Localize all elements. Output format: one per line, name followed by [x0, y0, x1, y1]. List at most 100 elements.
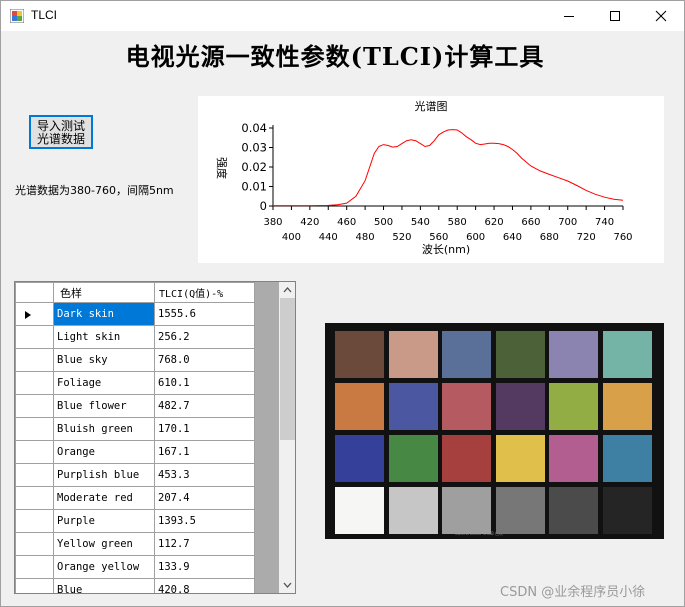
cell-sample-name[interactable]: Foliage: [53, 371, 155, 395]
cell-tlci-value[interactable]: 256.2: [154, 325, 255, 349]
cell-tlci-value[interactable]: 1555.6: [154, 302, 255, 326]
color-patch: [335, 435, 384, 482]
cell-sample-name[interactable]: Moderate red: [53, 486, 155, 510]
close-button[interactable]: [638, 1, 684, 31]
row-header[interactable]: [15, 555, 54, 579]
tlci-data-grid[interactable]: 色样 TLCI(Q值)-% Dark skin 1555.6 Light skin 2…: [14, 281, 296, 594]
cell-sample-name[interactable]: Orange yellow: [53, 555, 155, 579]
x-tick-label: 700: [558, 217, 577, 228]
cell-tlci-value[interactable]: 610.1: [154, 371, 255, 395]
table-row[interactable]: Blue 420.8: [15, 578, 255, 593]
color-patch: [602, 487, 652, 534]
table-row[interactable]: Bluish green 170.1: [15, 417, 255, 441]
color-patch: [549, 487, 598, 534]
x-tick-label: 580: [448, 217, 467, 228]
color-patch: [602, 383, 652, 430]
cell-tlci-value[interactable]: 482.7: [154, 394, 255, 418]
x-tick-label: 660: [521, 217, 540, 228]
cell-tlci-value[interactable]: 420.8: [154, 578, 255, 593]
maximize-button[interactable]: [592, 1, 638, 31]
row-header[interactable]: [15, 417, 54, 441]
table-row[interactable]: Orange yellow 133.9: [15, 555, 255, 579]
color-patch: [602, 435, 652, 482]
cell-tlci-value[interactable]: 1393.5: [154, 509, 255, 533]
cell-sample-name[interactable]: Blue: [53, 578, 155, 593]
x-tick-label: 720: [577, 232, 596, 243]
x-tick-label: 460: [337, 217, 356, 228]
row-header[interactable]: [15, 302, 54, 326]
x-tick-label: 440: [319, 232, 338, 243]
color-patch: [549, 383, 598, 430]
color-patch: [335, 487, 384, 534]
x-tick-label: 620: [485, 217, 504, 228]
cell-tlci-value[interactable]: 170.1: [154, 417, 255, 441]
color-patch: [602, 331, 652, 378]
x-tick-label: 400: [282, 232, 301, 243]
row-header[interactable]: [15, 509, 54, 533]
minimize-icon: [564, 16, 574, 17]
row-header[interactable]: [15, 371, 54, 395]
x-tick-label: 600: [466, 232, 485, 243]
column-header-sample[interactable]: 色样: [53, 282, 155, 303]
table-row[interactable]: Yellow green 112.7: [15, 532, 255, 556]
row-header[interactable]: [15, 463, 54, 487]
chart-title: 光谱图: [415, 99, 448, 113]
app-icon: [10, 9, 24, 23]
row-header[interactable]: [15, 394, 54, 418]
x-tick-label: 560: [429, 232, 448, 243]
color-patch: [388, 487, 438, 534]
color-patch: [442, 435, 491, 482]
cell-sample-name[interactable]: Light skin: [53, 325, 155, 349]
cell-sample-name[interactable]: Dark skin: [53, 302, 155, 326]
watermark: CSDN @业余程序员小徐: [500, 585, 646, 600]
row-header[interactable]: [15, 325, 54, 349]
column-header-tlci[interactable]: TLCI(Q值)-%: [154, 282, 255, 303]
y-tick-label: 0.04: [241, 121, 267, 135]
color-patch: [388, 331, 438, 378]
cell-tlci-value[interactable]: 768.0: [154, 348, 255, 372]
close-icon: [655, 10, 667, 22]
table-row[interactable]: Blue sky 768.0: [15, 348, 255, 372]
title-bar: TLCI: [1, 1, 684, 31]
row-header[interactable]: [15, 440, 54, 464]
cell-sample-name[interactable]: Yellow green: [53, 532, 155, 556]
table-row[interactable]: Blue flower 482.7: [15, 394, 255, 418]
row-header[interactable]: [15, 532, 54, 556]
import-button-label-line2: 光谱数据: [36, 132, 85, 146]
color-patch: [442, 331, 491, 378]
cell-tlci-value[interactable]: 207.4: [154, 486, 255, 510]
table-row[interactable]: Light skin 256.2: [15, 325, 255, 349]
cell-sample-name[interactable]: Orange: [53, 440, 155, 464]
row-header[interactable]: [15, 486, 54, 510]
cell-tlci-value[interactable]: 167.1: [154, 440, 255, 464]
grid-corner-header: [15, 282, 54, 303]
import-spectrum-button[interactable]: 导入测试 光谱数据: [29, 115, 93, 149]
cell-sample-name[interactable]: Blue flower: [53, 394, 155, 418]
cell-sample-name[interactable]: Bluish green: [53, 417, 155, 441]
table-row[interactable]: Purplish blue 453.3: [15, 463, 255, 487]
cell-sample-name[interactable]: Blue sky: [53, 348, 155, 372]
row-header[interactable]: [15, 348, 54, 372]
cell-sample-name[interactable]: Purplish blue: [53, 463, 155, 487]
window-title: TLCI: [31, 8, 58, 22]
minimize-button[interactable]: [546, 1, 592, 31]
cell-tlci-value[interactable]: 112.7: [154, 532, 255, 556]
color-patch: [388, 383, 438, 430]
maximize-icon: [610, 11, 620, 21]
table-row[interactable]: Moderate red 207.4: [15, 486, 255, 510]
cell-sample-name[interactable]: Purple: [53, 509, 155, 533]
scroll-up-icon[interactable]: [283, 286, 292, 294]
row-header[interactable]: [15, 578, 54, 593]
table-row[interactable]: Dark skin 1555.6: [15, 302, 255, 326]
spectrum-series-line: [273, 129, 624, 207]
cell-tlci-value[interactable]: 133.9: [154, 555, 255, 579]
table-row[interactable]: Orange 167.1: [15, 440, 255, 464]
table-row[interactable]: Foliage 610.1: [15, 371, 255, 395]
grid-scroll-thumb[interactable]: [280, 298, 295, 440]
x-axis-title: 波长(nm): [422, 243, 470, 256]
scroll-down-icon[interactable]: [283, 581, 292, 589]
y-axis-title: 强度: [215, 157, 229, 179]
table-row[interactable]: Purple 1393.5: [15, 509, 255, 533]
cell-tlci-value[interactable]: 453.3: [154, 463, 255, 487]
grid-vertical-scrollbar[interactable]: [279, 282, 295, 593]
